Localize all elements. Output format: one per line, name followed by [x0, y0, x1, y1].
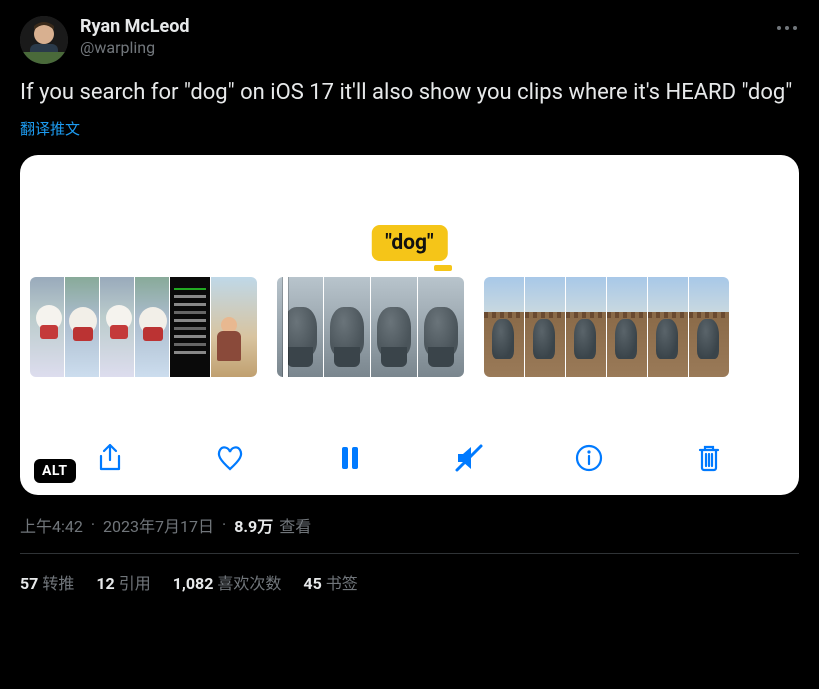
heart-icon[interactable]	[211, 439, 249, 477]
thumbnail	[484, 277, 524, 377]
playhead[interactable]	[283, 277, 288, 377]
divider	[20, 553, 799, 554]
tweet-container: Ryan McLeod @warpling If you search for …	[0, 0, 819, 594]
likes-stat[interactable]: 1,082喜欢次数	[173, 570, 282, 594]
thumbnail	[211, 277, 257, 377]
info-icon[interactable]	[570, 439, 608, 477]
clip-group-2[interactable]	[277, 277, 464, 377]
video-timeline[interactable]	[20, 275, 799, 380]
tweet-date[interactable]: 2023年7月17日	[103, 513, 214, 537]
translate-link[interactable]: 翻译推文	[20, 118, 799, 139]
views-count[interactable]: 8.9万	[234, 513, 273, 537]
author-names: Ryan McLeod @warpling	[80, 16, 190, 57]
thumbnail	[30, 277, 64, 377]
stat-label: 转推	[42, 574, 74, 593]
pause-icon[interactable]	[331, 439, 369, 477]
thumbnail	[689, 277, 729, 377]
bookmarks-stat[interactable]: 45 书签	[303, 570, 357, 594]
separator	[89, 515, 97, 534]
stat-count: 57	[20, 574, 38, 593]
caption-marker	[434, 265, 452, 271]
stat-count: 45	[303, 574, 321, 593]
thumbnail	[324, 277, 370, 377]
thumbnail	[648, 277, 688, 377]
tweet-stats: 57转推 12 引用 1,082喜欢次数 45 书签	[20, 570, 799, 594]
share-icon[interactable]	[91, 439, 129, 477]
thumbnail	[418, 277, 464, 377]
stat-label: 喜欢次数	[217, 574, 281, 593]
clip-group-1[interactable]	[30, 277, 257, 377]
more-options-icon[interactable]	[775, 26, 799, 30]
media-controls	[20, 439, 799, 477]
separator	[220, 515, 228, 534]
media-card[interactable]: "dog"	[20, 155, 799, 495]
thumbnail	[170, 277, 210, 377]
thumbnail	[607, 277, 647, 377]
thumbnail	[135, 277, 169, 377]
thumbnail	[371, 277, 417, 377]
thumbnail	[100, 277, 134, 377]
tweet-header: Ryan McLeod @warpling	[20, 16, 799, 64]
views-label: 查看	[279, 513, 311, 537]
tweet-text: If you search for "dog" on iOS 17 it'll …	[20, 78, 799, 108]
quotes-stat[interactable]: 12 引用	[96, 570, 150, 594]
caption-bubble: "dog"	[371, 225, 447, 261]
stat-label: 书签	[326, 574, 358, 593]
trash-icon[interactable]	[690, 439, 728, 477]
tweet-time[interactable]: 上午4:42	[20, 513, 83, 537]
stat-count: 1,082	[173, 574, 214, 593]
thumbnail	[65, 277, 99, 377]
clip-group-3[interactable]	[484, 277, 729, 377]
thumbnail	[525, 277, 565, 377]
handle[interactable]: @warpling	[80, 38, 190, 57]
display-name[interactable]: Ryan McLeod	[80, 16, 190, 38]
stat-label: 引用	[119, 574, 151, 593]
mute-icon[interactable]	[450, 439, 488, 477]
thumbnail	[566, 277, 606, 377]
alt-badge[interactable]: ALT	[34, 459, 76, 483]
tweet-meta: 上午4:42 2023年7月17日 8.9万 查看	[20, 513, 799, 537]
retweets-stat[interactable]: 57转推	[20, 570, 74, 594]
stat-count: 12	[96, 574, 114, 593]
avatar[interactable]	[20, 16, 68, 64]
